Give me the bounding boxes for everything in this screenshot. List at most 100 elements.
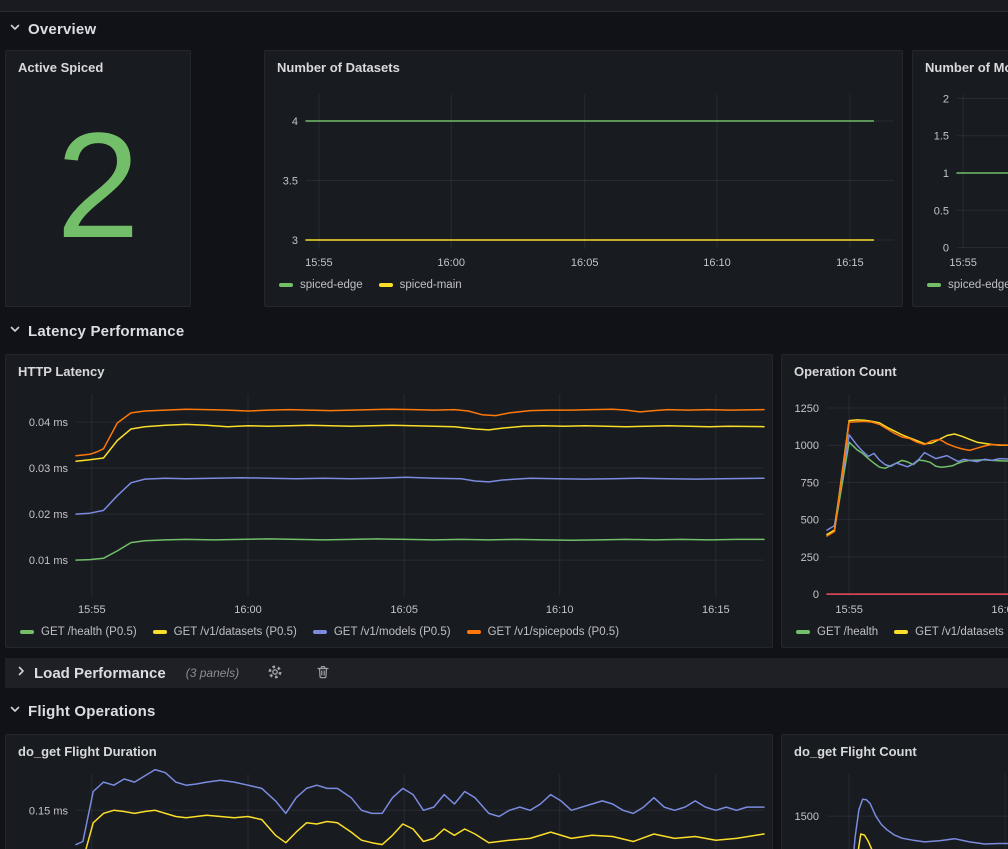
section-header-latency-performance[interactable]: Latency Performance <box>8 317 184 345</box>
chart-number-of-models[interactable]: 00.511.5215:5516:00spiced-edgespiced-mai… <box>913 85 1008 291</box>
svg-text:1000: 1000 <box>795 440 819 452</box>
svg-text:0.5: 0.5 <box>934 205 949 217</box>
section-title: Load Performance <box>34 665 166 682</box>
chart-legend: spiced-edgespiced-main <box>913 275 1008 291</box>
series-color-swatch <box>796 630 810 634</box>
panel-title[interactable]: Operation Count <box>782 355 1008 389</box>
panel-title[interactable]: Active Spiced <box>6 51 190 85</box>
svg-text:15:55: 15:55 <box>949 257 977 269</box>
svg-text:250: 250 <box>801 552 819 564</box>
chevron-down-icon <box>8 322 22 341</box>
legend-label[interactable]: spiced-edge <box>300 279 363 291</box>
svg-text:0.02 ms: 0.02 ms <box>29 509 69 521</box>
chart-operation-count[interactable]: 02505007501000125015:5516:0016:05GET /he… <box>782 389 1008 638</box>
legend-label[interactable]: GET /health (P0.5) <box>41 626 137 638</box>
svg-text:1500: 1500 <box>795 811 819 823</box>
row-settings-button[interactable] <box>263 662 287 685</box>
legend-label[interactable]: GET /v1/datasets (P0.5) <box>174 626 297 638</box>
chart-number-of-datasets[interactable]: 33.5415:5516:0016:0516:1016:15spiced-edg… <box>265 85 902 291</box>
svg-text:15:55: 15:55 <box>305 257 333 269</box>
legend-item[interactable]: GET /v1/datasets <box>894 626 1004 638</box>
trash-icon <box>315 664 331 683</box>
chevron-down-icon <box>8 20 22 39</box>
section-title: Latency Performance <box>28 323 184 340</box>
svg-text:2: 2 <box>943 94 949 106</box>
gear-icon <box>267 664 283 683</box>
panel-title[interactable]: do_get Flight Duration <box>6 735 772 769</box>
svg-text:0: 0 <box>943 243 949 255</box>
panel-http-latency: HTTP Latency 0.01 ms 0.02 ms 0.03 ms 0.04 m… <box>5 354 773 648</box>
stat-display: 2 <box>6 85 190 285</box>
row-delete-button[interactable] <box>311 662 335 685</box>
svg-text:15:55: 15:55 <box>835 604 863 616</box>
svg-text:16:00: 16:00 <box>991 604 1008 616</box>
legend-item[interactable]: GET /v1/models (P0.5) <box>313 626 451 638</box>
top-toolbar-strip <box>0 0 1008 12</box>
svg-text:16:10: 16:10 <box>546 604 574 616</box>
svg-text:3.5: 3.5 <box>283 176 298 188</box>
panel-title[interactable]: Number of Datasets <box>265 51 902 85</box>
panel-operation-count: Operation Count 0 250 500 750 1000 1250 15:55 1… <box>781 354 1008 648</box>
svg-text:500: 500 <box>801 515 819 527</box>
series-color-swatch <box>927 283 941 287</box>
chart-do-get-flight-duration[interactable]: 0.15 ms15:5516:0016:0516:1016:15 <box>6 769 772 849</box>
legend-label[interactable]: spiced-main <box>400 279 462 291</box>
chart-legend: GET /health GET /v1/datasets <box>782 622 1008 638</box>
panel-number-of-datasets: Number of Datasets 33.5415:5516:0016:051… <box>264 50 903 307</box>
legend-label[interactable]: spiced-edge <box>948 279 1008 291</box>
chevron-down-icon <box>8 702 22 721</box>
svg-text:15:55: 15:55 <box>78 604 106 616</box>
svg-text:16:05: 16:05 <box>571 257 599 269</box>
svg-text:1: 1 <box>943 168 949 180</box>
svg-text:16:00: 16:00 <box>234 604 262 616</box>
legend-item[interactable]: GET /health <box>796 626 878 638</box>
panel-do-get-flight-duration: do_get Flight Duration 0.15 ms15:5516:00… <box>5 734 773 849</box>
legend-label[interactable]: GET /v1/datasets <box>915 626 1004 638</box>
legend-item[interactable]: GET /health (P0.5) <box>20 626 137 638</box>
stat-value: 2 <box>56 110 139 260</box>
series-color-swatch <box>20 630 34 634</box>
legend-label[interactable]: GET /v1/models (P0.5) <box>334 626 451 638</box>
svg-text:1.5: 1.5 <box>934 131 949 143</box>
series-color-swatch <box>894 630 908 634</box>
panel-count-label: (3 panels) <box>186 666 239 680</box>
legend-label[interactable]: GET /v1/spicepods (P0.5) <box>488 626 619 638</box>
svg-text:16:15: 16:15 <box>702 604 730 616</box>
series-color-swatch <box>467 630 481 634</box>
legend-item[interactable]: spiced-edge <box>279 279 363 291</box>
svg-text:0.03 ms: 0.03 ms <box>29 463 69 475</box>
section-header-overview[interactable]: Overview <box>8 15 96 43</box>
chart-http-latency[interactable]: 0.01 ms 0.02 ms 0.03 ms 0.04 ms 15:55 16:00 16… <box>6 389 772 638</box>
svg-text:0.15 ms: 0.15 ms <box>29 805 69 817</box>
svg-text:3: 3 <box>292 235 298 247</box>
panel-title[interactable]: do_get Flight Count <box>782 735 1008 769</box>
panel-active-spiced: Active Spiced 2 <box>5 50 191 307</box>
legend-item[interactable]: spiced-edge <box>927 279 1008 291</box>
svg-text:16:05: 16:05 <box>390 604 418 616</box>
section-title: Flight Operations <box>28 703 156 720</box>
svg-text:0: 0 <box>813 589 819 601</box>
svg-text:0.04 ms: 0.04 ms <box>29 417 69 429</box>
svg-text:16:15: 16:15 <box>836 257 864 269</box>
section-header-flight-operations[interactable]: Flight Operations <box>8 697 156 725</box>
panel-number-of-models: Number of Models 00.511.5215:5516:00spic… <box>912 50 1008 307</box>
svg-text:750: 750 <box>801 477 819 489</box>
section-header-load-performance[interactable]: Load Performance (3 panels) <box>5 658 1008 688</box>
panel-title[interactable]: HTTP Latency <box>6 355 772 389</box>
series-color-swatch <box>279 283 293 287</box>
chart-legend: GET /health (P0.5) GET /v1/datasets (P0.5… <box>6 622 772 638</box>
legend-item[interactable]: GET /v1/spicepods (P0.5) <box>467 626 619 638</box>
chart-legend: spiced-edge spiced-main <box>265 275 902 291</box>
legend-label[interactable]: GET /health <box>817 626 878 638</box>
svg-text:16:00: 16:00 <box>437 257 465 269</box>
chevron-right-icon <box>14 664 28 683</box>
series-color-swatch <box>313 630 327 634</box>
svg-text:0.01 ms: 0.01 ms <box>29 555 69 567</box>
chart-do-get-flight-count[interactable]: 150015:5516:00 <box>782 769 1008 849</box>
svg-text:1250: 1250 <box>795 403 819 415</box>
panel-do-get-flight-count: do_get Flight Count 150015:5516:00 <box>781 734 1008 849</box>
series-color-swatch <box>379 283 393 287</box>
panel-title[interactable]: Number of Models <box>913 51 1008 85</box>
legend-item[interactable]: GET /v1/datasets (P0.5) <box>153 626 297 638</box>
legend-item[interactable]: spiced-main <box>379 279 462 291</box>
